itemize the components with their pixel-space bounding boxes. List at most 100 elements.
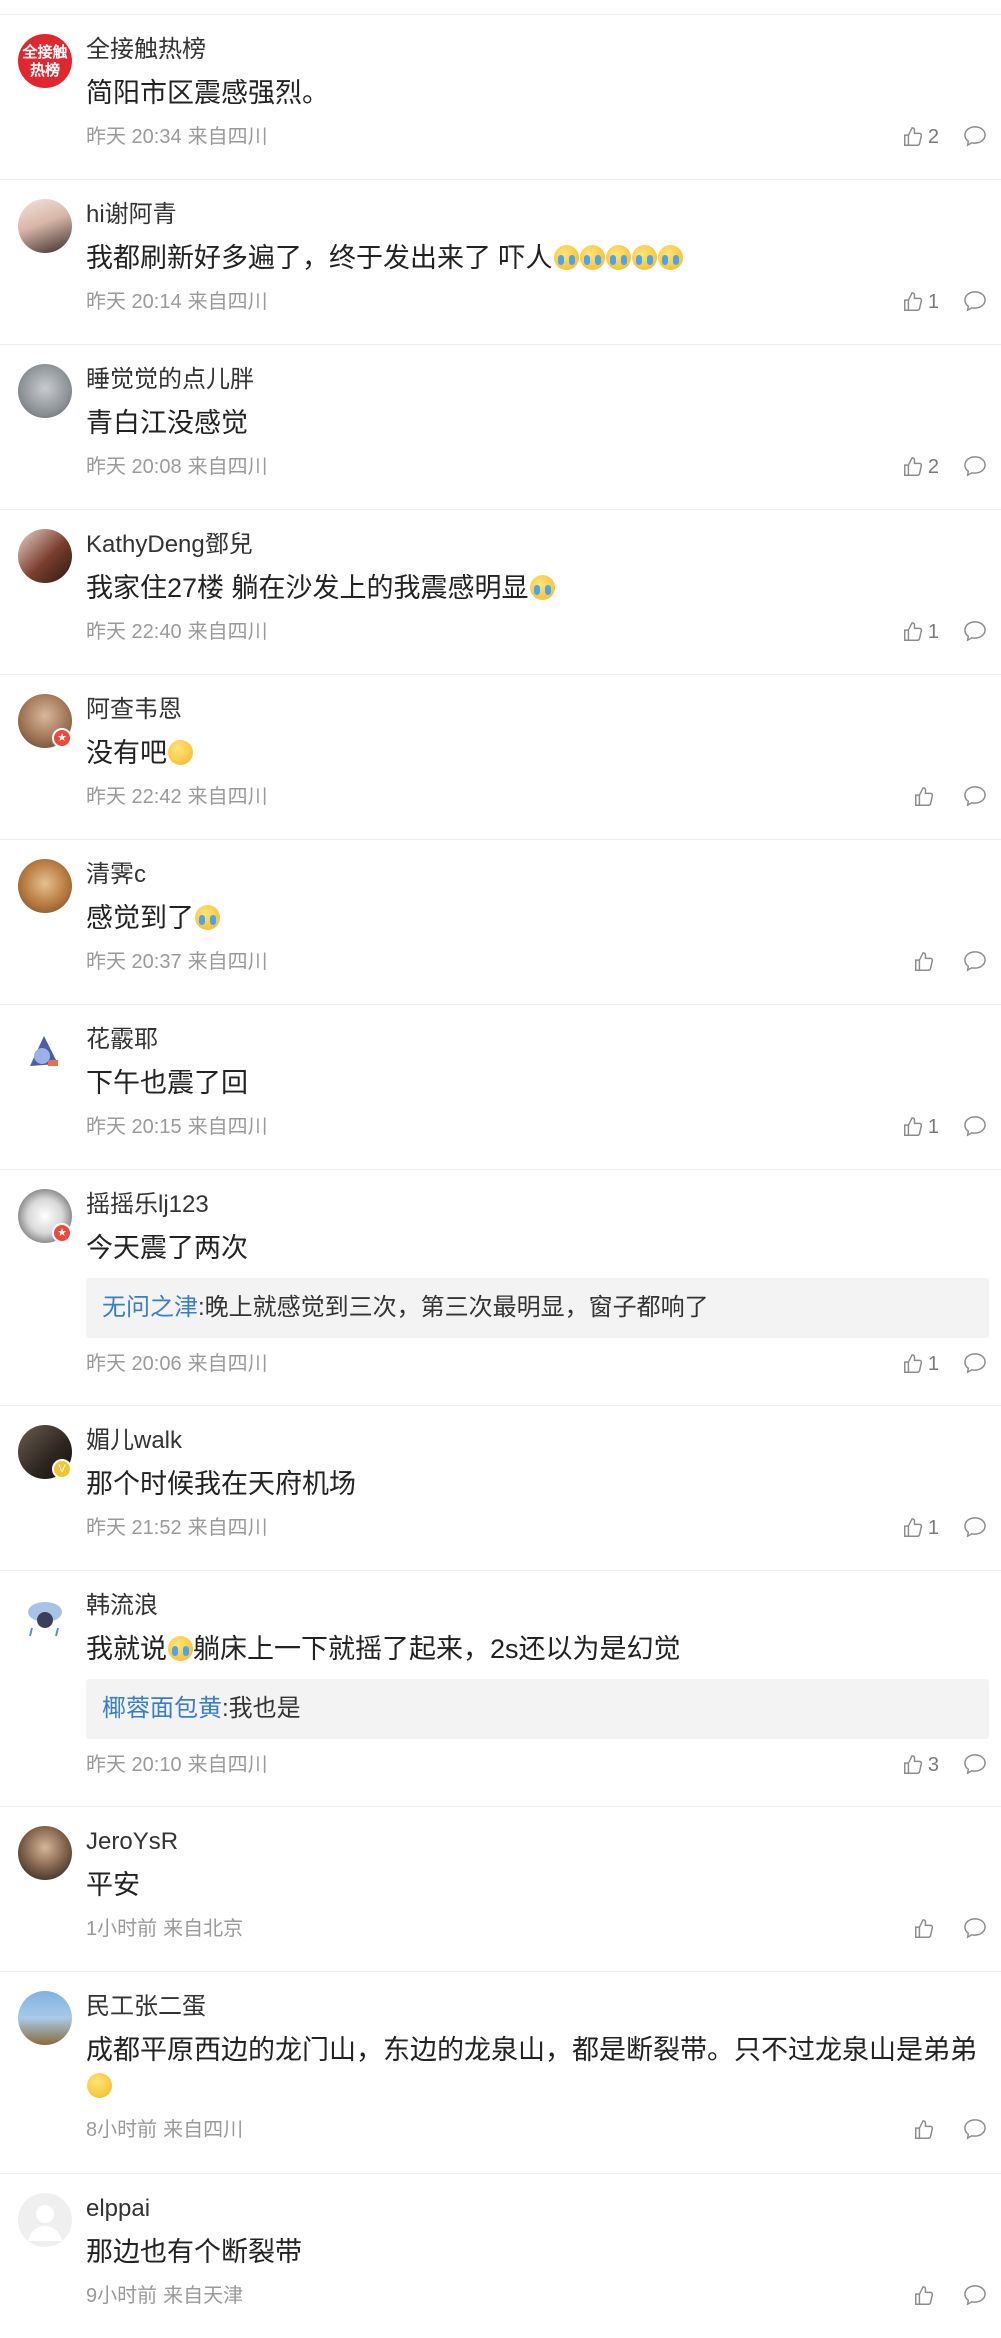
like-button[interactable]: 1 [902, 618, 939, 646]
username[interactable]: 全接触热榜 [86, 35, 1001, 65]
comment-item: 韩流浪 我就说 躺床上一下就摇了起来，2s还以为是幻觉 椰蓉面包黄:我也是 昨天 … [0, 1571, 1001, 1807]
reply-button[interactable] [963, 785, 987, 807]
comment-bubble-icon [964, 291, 986, 312]
thumbs-up-icon [903, 1755, 922, 1774]
comment-list: 全接触 热榜 全接触热榜 简阳市区震感强烈。 昨天 20:34 来自四川 2 hi谢… [0, 0, 1001, 2338]
avatar-logo-text: 全接触 热榜 [22, 43, 68, 79]
comment-text: 简阳市区震感强烈。 [86, 78, 329, 108]
username[interactable]: 睡觉觉的点儿胖 [86, 365, 1001, 395]
reply-preview[interactable]: 无问之津:晚上就感觉到三次，第三次最明显，窗子都响了 [86, 1278, 989, 1338]
like-count: 2 [927, 456, 939, 478]
reply-button[interactable] [963, 125, 987, 147]
like-button[interactable] [913, 2282, 939, 2310]
reply-button[interactable] [963, 1753, 987, 1775]
username[interactable]: hi谢阿青 [86, 200, 1001, 230]
verified-badge-icon: ★ [52, 728, 72, 748]
reply-button[interactable] [963, 455, 987, 477]
username[interactable]: 媚儿walk [86, 1426, 1001, 1456]
avatar[interactable] [18, 859, 72, 913]
thumbs-up-icon [915, 952, 934, 971]
reply-button[interactable] [963, 620, 987, 642]
reply-preview[interactable]: 椰蓉面包黄:我也是 [86, 1679, 989, 1739]
like-button[interactable]: 1 [902, 1350, 939, 1378]
comment-item: 睡觉觉的点儿胖 青白江没感觉 昨天 20:08 来自四川 2 [0, 345, 1001, 510]
reply-username[interactable]: 椰蓉面包黄 [102, 1695, 222, 1722]
comment-location: 来自四川 [187, 291, 268, 313]
avatar[interactable] [18, 199, 72, 253]
like-button[interactable] [913, 783, 939, 811]
crying-emoji-icon [529, 575, 555, 600]
thumbs-up-icon [915, 787, 934, 806]
comment-item: KathyDeng鄧兒 我家住27楼 躺在沙发上的我震感明显 昨天 22:40 来… [0, 510, 1001, 675]
comment-text: 我都刷新好多遍了，终于发出来了 吓人 [86, 240, 1001, 276]
reply-button[interactable] [963, 1917, 987, 1939]
username[interactable]: JeroYsR [86, 1827, 1001, 1857]
comment-time: 9小时前 [86, 2285, 158, 2307]
reply-button[interactable] [963, 950, 987, 972]
reply-button[interactable] [963, 1516, 987, 1538]
reply-button[interactable] [963, 2118, 987, 2140]
username[interactable]: 阿查韦恩 [86, 695, 1001, 725]
like-button[interactable] [913, 1915, 939, 1943]
reply-button[interactable] [963, 2284, 987, 2306]
reply-button[interactable] [963, 290, 987, 312]
thumbs-up-icon [915, 2120, 934, 2139]
comment-text: 那边也有个断裂带 [86, 2237, 302, 2267]
username[interactable]: KathyDeng鄧兒 [86, 530, 1001, 560]
comment-actions: 3 [867, 1751, 987, 1779]
comment-meta: 昨天 20:15 来自四川 1 [86, 1113, 1001, 1141]
reply-button[interactable] [963, 1115, 987, 1137]
username[interactable]: 清霁c [86, 860, 1001, 890]
comment-bubble-icon [964, 2119, 986, 2140]
comment-time: 昨天 20:34 [86, 126, 182, 148]
avatar[interactable] [18, 1826, 72, 1880]
comment-item: 民工张二蛋 成都平原西边的龙门山，东边的龙泉山，都是断裂带。只不过龙泉山是弟弟 … [0, 1972, 1001, 2174]
comment-time: 昨天 20:37 [86, 951, 182, 973]
avatar[interactable] [18, 1991, 72, 2045]
comment-location: 来自四川 [187, 951, 268, 973]
comment-text-part1: 我就说 [86, 1634, 167, 1664]
comment-item: 花霰耶 下午也震了回 昨天 20:15 来自四川 1 [0, 1005, 1001, 1170]
avatar[interactable] [18, 1590, 72, 1644]
reply-button[interactable] [963, 1352, 987, 1374]
username[interactable]: elppai [86, 2194, 1001, 2224]
default-avatar-icon [28, 2205, 62, 2241]
avatar[interactable] [18, 364, 72, 418]
thumbs-up-icon [903, 1518, 922, 1537]
comment-location: 来自天津 [163, 2285, 244, 2307]
crying-emoji-icon [195, 905, 220, 930]
like-button[interactable]: 3 [902, 1751, 939, 1779]
comment-actions: 2 [867, 123, 987, 151]
like-button[interactable]: 2 [902, 453, 939, 481]
comment-meta: 昨天 22:40 来自四川 1 [86, 618, 1001, 646]
comment-actions [867, 2116, 987, 2144]
avatar[interactable] [18, 1024, 72, 1078]
like-button[interactable] [913, 2116, 939, 2144]
username[interactable]: 民工张二蛋 [86, 1992, 1001, 2022]
like-button[interactable]: 1 [902, 1514, 939, 1542]
comment-actions: 2 [867, 453, 987, 481]
comment-meta: 9小时前 来自天津 [86, 2282, 1001, 2310]
comment-text-body: 感觉到了 [86, 903, 194, 933]
reply-username[interactable]: 无问之津 [102, 1294, 198, 1321]
comment-location: 来自四川 [187, 1517, 268, 1539]
username[interactable]: 花霰耶 [86, 1025, 1001, 1055]
verified-badge-icon: ★ [52, 1223, 72, 1243]
comment-meta: 昨天 20:06 来自四川 1 [86, 1350, 1001, 1378]
avatar[interactable]: 全接触 热榜 [18, 34, 72, 88]
comment-meta: 昨天 20:14 来自四川 1 [86, 288, 1001, 316]
like-count: 1 [927, 291, 939, 313]
like-button[interactable]: 1 [902, 288, 939, 316]
comment-location: 来自四川 [187, 456, 268, 478]
avatar[interactable] [18, 529, 72, 583]
like-count: 3 [927, 1754, 939, 1776]
crying-laughing-emoji-icon [657, 245, 683, 270]
like-count: 1 [927, 1116, 939, 1138]
username[interactable]: 摇摇乐lj123 [86, 1190, 1001, 1220]
username[interactable]: 韩流浪 [86, 1591, 1001, 1621]
drooling-emoji-icon [168, 740, 193, 765]
like-button[interactable]: 1 [902, 1113, 939, 1141]
like-button[interactable]: 2 [902, 123, 939, 151]
like-button[interactable] [913, 948, 939, 976]
avatar[interactable] [18, 2193, 72, 2247]
